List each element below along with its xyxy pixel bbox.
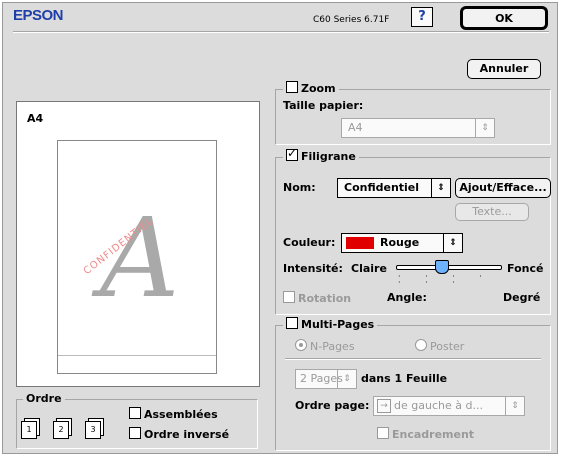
intensity-light-label: Claire — [351, 262, 387, 275]
slider-track — [396, 265, 502, 270]
updown-arrows-icon: ⇕ — [505, 397, 524, 415]
print-settings-dialog: EPSON C60 Series 6.71F ? OK Annuler A4 A… — [2, 2, 558, 454]
color-swatch — [346, 237, 374, 249]
npages-label: N-Pages — [310, 340, 355, 353]
pages-per-sheet-select[interactable]: 2 Pages ⇕ — [295, 369, 357, 389]
page-stack-1-icon[interactable]: 1 — [21, 421, 37, 439]
brand-logo: EPSON — [13, 7, 64, 24]
rotation-label: Rotation — [298, 292, 352, 305]
poster-label: Poster — [430, 340, 465, 353]
updown-arrows-icon: ⇕ — [337, 370, 356, 388]
updown-arrows-icon: ⇕ — [431, 179, 450, 197]
paper-size-select[interactable]: A4 ⇕ — [341, 118, 495, 138]
text-button[interactable]: Texte... — [455, 203, 529, 221]
multipages-separator — [285, 358, 541, 360]
add-remove-button[interactable]: Ajout/Efface... — [455, 178, 551, 198]
zoom-label: Zoom — [301, 82, 336, 95]
npages-radio-button[interactable] — [295, 339, 307, 351]
color-value: Rouge — [380, 236, 420, 249]
page-order-select[interactable]: → de gauche à d... ⇕ — [373, 396, 525, 416]
driver-version: C60 Series 6.71F — [313, 15, 390, 25]
watermark-name-value: Confidentiel — [344, 181, 420, 194]
rotation-checkbox-box[interactable] — [283, 291, 295, 303]
reverse-order-checkbox-box[interactable] — [129, 427, 141, 439]
watermark-label: Filigrane — [301, 150, 356, 163]
updown-arrows-icon: ⇕ — [443, 234, 462, 252]
npages-radio[interactable]: N-Pages — [295, 339, 355, 353]
help-button[interactable]: ? — [411, 7, 433, 27]
paper-size-label: Taille papier: — [283, 99, 364, 112]
updown-arrows-icon: ⇕ — [475, 119, 494, 137]
rotation-checkbox[interactable]: Rotation — [283, 291, 351, 305]
page-stack-3-icon[interactable]: 3 — [85, 421, 101, 439]
cancel-button[interactable]: Annuler — [467, 59, 541, 79]
poster-radio[interactable]: Poster — [415, 339, 464, 353]
multipages-checkbox-box[interactable] — [286, 317, 298, 329]
zoom-checkbox-box[interactable] — [286, 81, 298, 93]
border-checkbox-box[interactable] — [377, 427, 389, 439]
paper-size-caption: A4 — [27, 112, 44, 125]
collated-label: Assemblées — [144, 408, 218, 421]
intensity-label: Intensité: — [283, 262, 343, 275]
color-label: Couleur: — [283, 236, 336, 249]
zoom-checkbox[interactable]: Zoom — [283, 81, 339, 95]
reverse-order-checkbox[interactable]: Ordre inversé — [129, 427, 229, 441]
page-stack-2-icon[interactable]: 2 — [53, 421, 69, 439]
watermark-checkbox-box[interactable] — [286, 146, 298, 161]
collated-checkbox[interactable]: Assemblées — [129, 407, 218, 421]
page-order-label: Ordre page: — [295, 399, 370, 412]
border-checkbox[interactable]: Encadrement — [377, 427, 474, 441]
poster-radio-button[interactable] — [415, 339, 427, 351]
color-select[interactable]: Rouge ⇕ — [341, 233, 463, 253]
slider-ticks: · · · · · · · — [398, 272, 493, 287]
order-group-title: Ordre — [23, 392, 65, 405]
per-sheet-label: dans 1 Feuille — [361, 372, 448, 385]
multipages-checkbox[interactable]: Multi-Pages — [283, 317, 378, 331]
intensity-dark-label: Foncé — [507, 262, 544, 275]
slider-thumb[interactable] — [435, 260, 449, 274]
watermark-name-label: Nom: — [283, 181, 316, 194]
ok-button[interactable]: OK — [461, 7, 547, 29]
page-order-icons: 1 2 3 — [21, 419, 121, 443]
multipages-label: Multi-Pages — [301, 318, 375, 331]
reverse-order-label: Ordre inversé — [144, 428, 230, 441]
intensity-slider[interactable]: · · · · · · · — [396, 260, 502, 287]
paper-size-value: A4 — [348, 121, 363, 134]
preview-panel: A4 A CONFIDENTIEL — [16, 101, 260, 387]
page-order-value: de gauche à d... — [394, 399, 483, 412]
border-label: Encadrement — [392, 428, 475, 441]
watermark-checkbox[interactable]: Filigrane — [283, 146, 359, 163]
right-arrow-icon: → — [377, 399, 391, 413]
collated-checkbox-box[interactable] — [129, 407, 141, 419]
angle-label: Angle: — [387, 291, 427, 304]
header-rule — [13, 31, 549, 33]
watermark-name-select[interactable]: Confidentiel ⇕ — [337, 178, 451, 198]
degree-label: Degré — [503, 291, 541, 304]
preview-page: A CONFIDENTIEL — [57, 140, 217, 374]
preview-bottom-line — [58, 355, 216, 356]
